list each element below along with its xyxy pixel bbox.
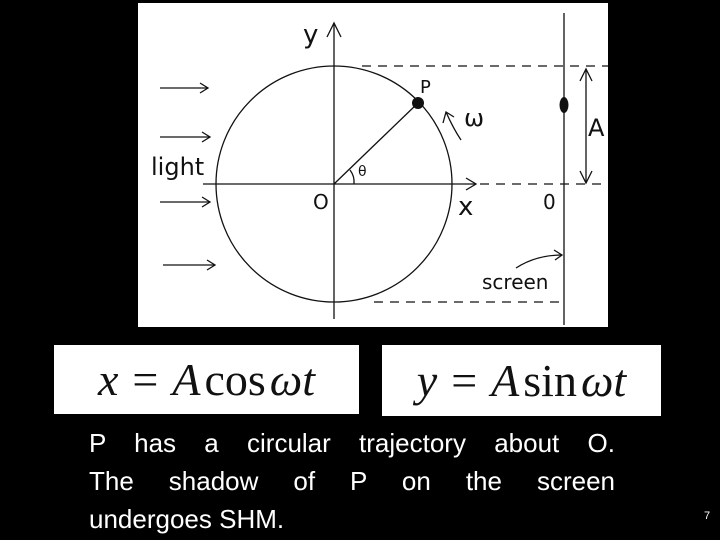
light-label: light — [151, 153, 204, 181]
formula-y-function: sin — [523, 355, 577, 406]
caption-line-2: The shadow of P on the screen — [89, 466, 615, 496]
formula-y-argument: ωt — [580, 355, 627, 406]
formula-x-equation: x = A cos ωt — [54, 345, 359, 414]
shm-diagram: y x O P θ ω light A 0 screen — [138, 3, 608, 327]
diagram-canvas: y x O P θ ω light A 0 screen — [151, 13, 608, 325]
screen-pointer-arrow — [515, 254, 563, 269]
screen-label: screen — [482, 270, 548, 294]
x-axis-label: x — [458, 192, 473, 222]
page-number: 7 — [704, 510, 711, 522]
point-p — [412, 97, 424, 109]
formula-x-equals: = — [132, 354, 159, 405]
formula-y-equation: y = A sin ωt — [382, 345, 661, 416]
screen-origin-label: 0 — [543, 190, 556, 214]
radius-op — [333, 102, 419, 185]
caption-line-1: P has a circular trajectory about O. — [89, 428, 615, 458]
formula-y-lhs: y — [416, 355, 438, 406]
angle-arc — [349, 169, 355, 185]
omega-label: ω — [464, 104, 484, 132]
shadow-of-p — [559, 97, 569, 113]
point-p-label: P — [420, 77, 431, 98]
formula-x-argument: ωt — [269, 354, 316, 405]
formula-x-amplitude: A — [172, 354, 201, 405]
caption-line-3: undergoes SHM. — [89, 504, 285, 534]
caption-text: P has a circular trajectory about O. The… — [89, 424, 615, 538]
formula-x-lhs: x — [97, 354, 119, 405]
formula-y-equals: = — [451, 355, 478, 406]
formula-x-function: cos — [204, 354, 266, 405]
formula-y-amplitude: A — [491, 355, 520, 406]
origin-label: O — [313, 190, 329, 214]
amplitude-label: A — [588, 114, 605, 142]
y-axis-label: y — [303, 20, 318, 50]
angle-label: θ — [358, 164, 367, 180]
